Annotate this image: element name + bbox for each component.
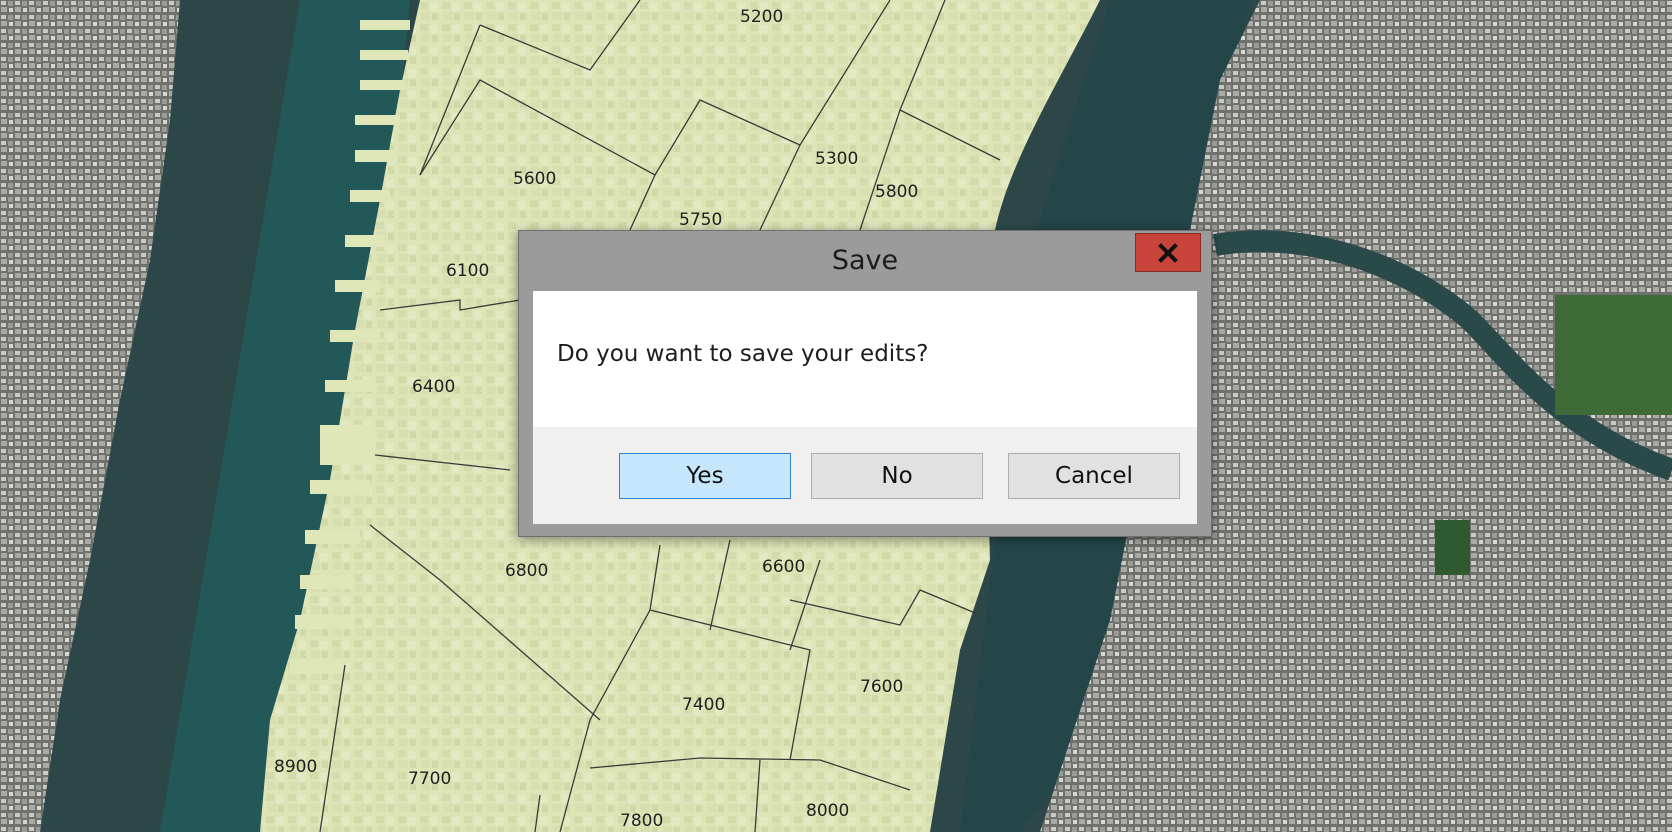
no-button[interactable]: No (811, 453, 983, 499)
park-area-2 (1435, 520, 1470, 575)
parcel-label: 6100 (446, 261, 489, 281)
dialog-button-bar: Yes No Cancel (533, 427, 1197, 524)
parcel-label: 6400 (412, 377, 455, 397)
cancel-button[interactable]: Cancel (1008, 453, 1180, 499)
parcel-label: 8900 (274, 757, 317, 777)
dialog-body: Do you want to save your edits? Yes No C… (533, 291, 1197, 524)
parcel-label: 5750 (679, 210, 722, 230)
close-button[interactable] (1135, 233, 1201, 272)
parcel-label: 5600 (513, 169, 556, 189)
close-icon (1158, 242, 1178, 263)
parcel-label: 5800 (875, 182, 918, 202)
save-dialog: Save Do you want to save your edits? Yes… (518, 230, 1212, 537)
dialog-title: Save (831, 245, 899, 276)
parcel-label: 6600 (762, 557, 805, 577)
park-area (1555, 295, 1672, 415)
yes-button[interactable]: Yes (619, 453, 791, 499)
parcel-label: 8000 (806, 801, 849, 821)
parcel-label: 5200 (740, 7, 783, 27)
dialog-message: Do you want to save your edits? (557, 341, 929, 367)
parcel-label: 7800 (620, 811, 663, 831)
parcel-label: 7600 (860, 677, 903, 697)
parcel-label: 6800 (505, 561, 548, 581)
parcel-label: 7400 (682, 695, 725, 715)
parcel-label: 5300 (815, 149, 858, 169)
parcel-label: 7700 (408, 769, 451, 789)
